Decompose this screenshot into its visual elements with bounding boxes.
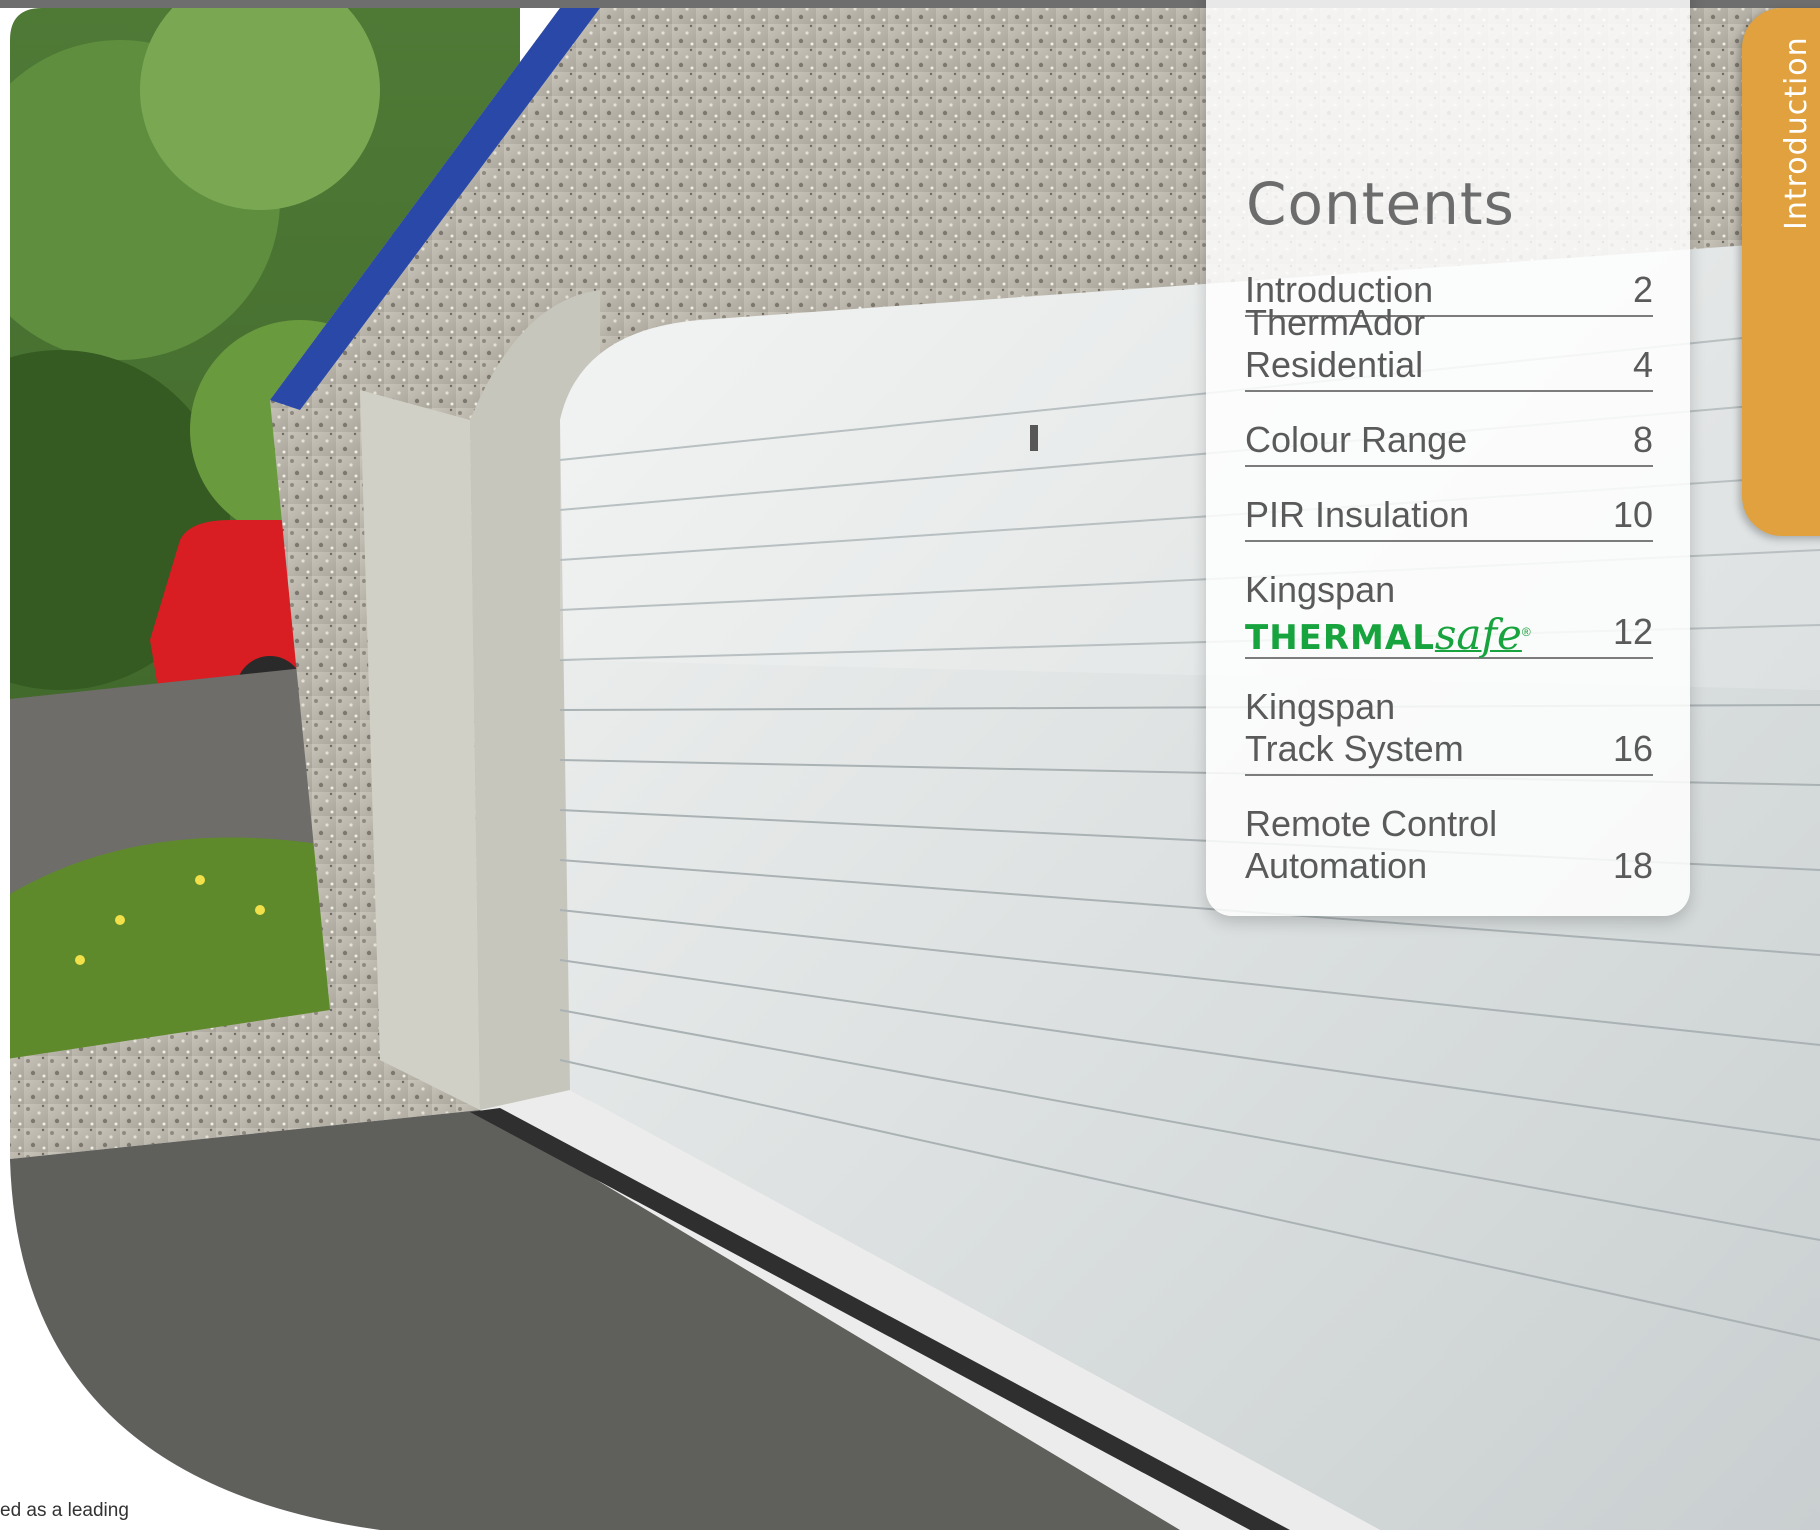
- toc-item-label: PIR Insulation: [1245, 494, 1470, 535]
- toc-item-pir-insulation[interactable]: PIR Insulation 10: [1245, 490, 1653, 542]
- toc-item-thermador-residential[interactable]: ThermAdor Residential 4: [1245, 302, 1653, 392]
- contents-title: Contents: [1246, 170, 1515, 238]
- toc-item-page: 2: [1632, 269, 1653, 310]
- toc-item-thermalsafe[interactable]: Kingspan THERMALsafe® 12: [1245, 565, 1653, 659]
- toc-item-page: 12: [1612, 611, 1653, 652]
- caption-fragment: ed as a leading: [0, 1500, 129, 1521]
- toc-list: Introduction 2 ThermAdor Residential 4 C…: [1245, 265, 1653, 914]
- section-tab-label: Introduction: [1779, 36, 1814, 230]
- toc-item-page: 10: [1612, 494, 1653, 535]
- toc-item-label: Colour Range: [1245, 419, 1468, 460]
- toc-item-page: 16: [1612, 728, 1653, 769]
- toc-item-page: 4: [1632, 344, 1653, 385]
- toc-item-label-line1: Remote Control: [1245, 803, 1498, 844]
- toc-item-track-system[interactable]: Kingspan Track System 16: [1245, 682, 1653, 776]
- thermalsafe-logo-italic: safe: [1434, 610, 1522, 659]
- toc-item-remote-control[interactable]: Remote Control Automation 18: [1245, 799, 1653, 891]
- toc-item-label: ThermAdor Residential: [1245, 302, 1426, 385]
- thermalsafe-logo: THERMALsafe®: [1245, 611, 1595, 659]
- toc-item-page: 18: [1612, 845, 1653, 886]
- registered-mark: ®: [1521, 625, 1531, 639]
- toc-item-label-line1: Kingspan: [1245, 686, 1396, 727]
- toc-item-label-line2: Automation: [1245, 845, 1428, 886]
- toc-item-label-line2: Track System: [1245, 728, 1464, 769]
- thermalsafe-logo-bold: THERMAL: [1245, 618, 1435, 658]
- toc-item-page: 8: [1632, 419, 1653, 460]
- toc-item-label: Kingspan: [1245, 569, 1396, 610]
- toc-item-colour-range[interactable]: Colour Range 8: [1245, 415, 1653, 467]
